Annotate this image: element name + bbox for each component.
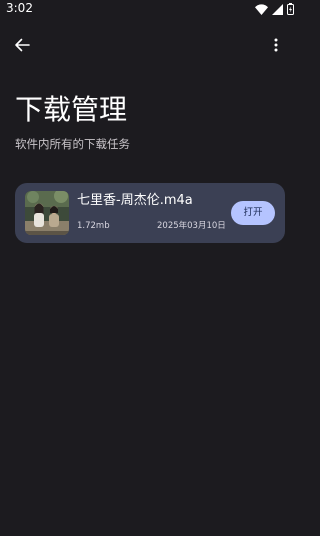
album-cover-image — [25, 191, 69, 235]
page-title: 下载管理 — [15, 93, 128, 126]
more-options-button[interactable] — [264, 33, 288, 57]
status-bar: 3:02 — [0, 0, 300, 18]
wifi-icon — [255, 3, 268, 15]
download-file-name: 七里香-周杰伦.m4a — [77, 193, 193, 208]
album-cover-thumbnail — [25, 191, 69, 235]
battery-icon — [287, 3, 294, 15]
download-file-size: 1.72mb — [77, 221, 110, 231]
status-icons — [255, 3, 294, 15]
page-subtitle: 软件内所有的下载任务 — [15, 137, 130, 151]
more-vert-icon — [274, 38, 278, 52]
download-item-card[interactable]: 七里香-周杰伦.m4a 1.72mb 2025年03月10日 打开 — [15, 183, 285, 243]
back-button[interactable] — [10, 33, 34, 57]
arrow-back-icon — [15, 38, 30, 52]
open-button[interactable]: 打开 — [231, 201, 275, 225]
status-time: 3:02 — [6, 1, 33, 15]
signal-icon — [272, 3, 283, 15]
toolbar — [0, 30, 300, 60]
download-date: 2025年03月10日 — [157, 221, 226, 231]
